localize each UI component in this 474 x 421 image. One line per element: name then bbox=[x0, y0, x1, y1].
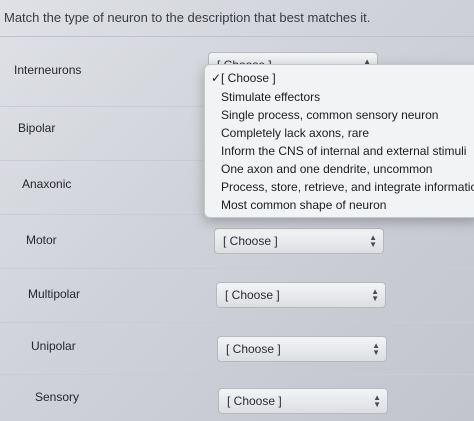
select-value: [ Choose ] bbox=[225, 288, 280, 302]
option-label: [ Choose ] bbox=[221, 71, 276, 85]
dropdown-option[interactable]: Inform the CNS of internal and external … bbox=[221, 144, 466, 158]
select-value: [ Choose ] bbox=[227, 394, 282, 408]
term-bipolar: Bipolar bbox=[18, 121, 56, 135]
term-sensory: Sensory bbox=[35, 390, 80, 404]
dropdown-menu: ✓ [ Choose ] Stimulate effectors Single … bbox=[204, 64, 474, 218]
select-sensory[interactable]: [ Choose ] ▲ ▼ bbox=[218, 388, 388, 414]
select-arrows-icon: ▲▼ bbox=[373, 393, 381, 409]
question-prompt: Match the type of neuron to the descript… bbox=[4, 10, 371, 25]
row-divider bbox=[0, 374, 474, 375]
term-anaxonic: Anaxonic bbox=[22, 177, 72, 191]
select-value: [ Choose ] bbox=[223, 234, 278, 248]
term-unipolar: Unipolar bbox=[31, 339, 76, 353]
select-motor[interactable]: [ Choose ] ▲ ▼ bbox=[214, 228, 384, 254]
term-motor: Motor bbox=[26, 233, 57, 247]
select-arrows-icon: ▲▼ bbox=[372, 341, 380, 357]
dropdown-option[interactable]: Most common shape of neuron bbox=[221, 198, 386, 212]
dropdown-option[interactable]: One axon and one dendrite, uncommon bbox=[221, 162, 432, 176]
term-interneurons: Interneurons bbox=[14, 63, 82, 77]
dropdown-option-choose[interactable]: ✓ [ Choose ] bbox=[211, 71, 276, 85]
select-arrows-icon: ▲▼ bbox=[371, 287, 379, 303]
dropdown-option[interactable]: Stimulate effectors bbox=[221, 90, 320, 104]
checkmark-icon: ✓ bbox=[211, 71, 222, 85]
dropdown-option[interactable]: Single process, common sensory neuron bbox=[221, 108, 438, 122]
select-value: [ Choose ] bbox=[226, 342, 281, 356]
dropdown-option[interactable]: Process, store, retrieve, and integrate … bbox=[221, 180, 474, 194]
header-divider bbox=[0, 36, 474, 37]
select-unipolar[interactable]: [ Choose ] ▲ ▼ bbox=[217, 336, 387, 362]
dropdown-option[interactable]: Completely lack axons, rare bbox=[221, 126, 369, 140]
row-divider bbox=[0, 268, 474, 269]
select-arrows-icon: ▲▼ bbox=[369, 233, 377, 249]
row-divider bbox=[0, 322, 474, 323]
select-multipolar[interactable]: [ Choose ] ▲ ▼ bbox=[216, 282, 386, 308]
term-multipolar: Multipolar bbox=[28, 287, 81, 301]
